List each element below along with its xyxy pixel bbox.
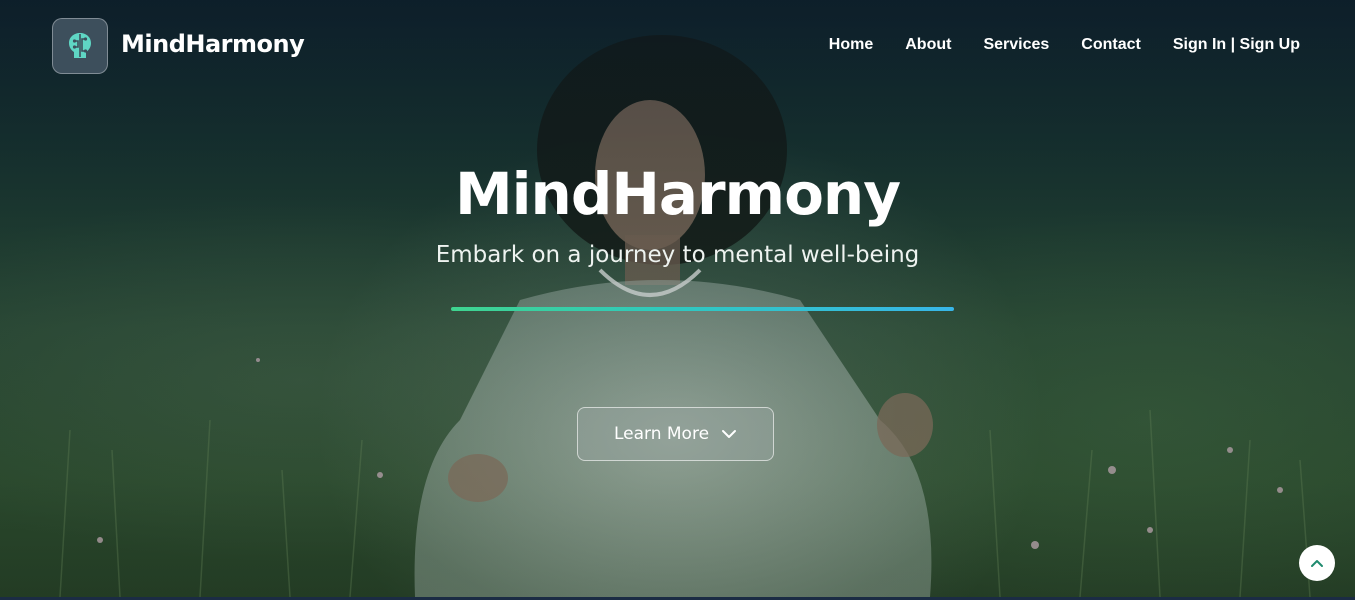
hero-divider [451, 307, 954, 311]
hero-section: MindHarmony Home About Services Contact … [0, 0, 1355, 597]
nav-signin-signup-link[interactable]: Sign In | Sign Up [1173, 36, 1300, 54]
nav-about-link[interactable]: About [905, 36, 951, 54]
scroll-to-top-button[interactable] [1299, 545, 1335, 581]
brain-circuit-icon [69, 33, 91, 58]
logo[interactable] [52, 18, 108, 74]
nav-services-link[interactable]: Services [983, 36, 1049, 54]
nav-home-link[interactable]: Home [829, 36, 873, 54]
chevron-down-icon [722, 430, 737, 438]
hero-title: MindHarmony [454, 160, 901, 228]
nav-links: Home About Services Contact Sign In | Si… [829, 36, 1300, 54]
top-navbar: MindHarmony Home About Services Contact … [0, 0, 1355, 95]
learn-more-button[interactable]: Learn More [577, 407, 774, 461]
nav-contact-link[interactable]: Contact [1081, 36, 1141, 54]
learn-more-label: Learn More [613, 424, 710, 444]
brand-name[interactable]: MindHarmony [121, 30, 305, 58]
hero-subtitle: Embark on a journey to mental well-being [435, 242, 920, 268]
chevron-up-icon [1311, 559, 1323, 567]
